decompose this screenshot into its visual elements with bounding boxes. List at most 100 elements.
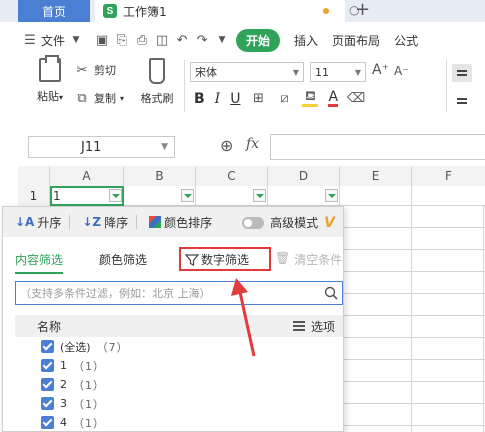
- sort-ascending-button[interactable]: ↓A 升序: [15, 214, 61, 231]
- tab-page-layout[interactable]: 页面布局: [332, 32, 380, 49]
- cell-e1[interactable]: [340, 186, 412, 206]
- bold-button[interactable]: B: [194, 91, 205, 107]
- checkbox-checked-icon[interactable]: [41, 378, 54, 391]
- row-header[interactable]: 1: [18, 186, 50, 206]
- more-chevron-icon[interactable]: ▼: [214, 32, 230, 48]
- hamburger-icon: ☰: [24, 32, 36, 48]
- ribbon: 粘贴▾ ✂ 剪切 ⧉ 复制 ▾ 格式刷 宋体 ▼ 11 ▼ A⁺ A⁻ B I U…: [18, 55, 485, 118]
- formula-input[interactable]: [270, 134, 485, 160]
- tab-content-filter[interactable]: 内容筛选: [15, 251, 64, 274]
- clear-format-icon[interactable]: ⌫: [347, 91, 365, 107]
- copy-button[interactable]: ⧉ 复制 ▾: [74, 90, 124, 106]
- filter-search-input[interactable]: （支持多条件过滤，例如：北京 上海）: [15, 281, 343, 305]
- file-menu[interactable]: ☰ 文件 ▼: [18, 32, 88, 49]
- fill-effect-icon[interactable]: ⧄: [276, 91, 292, 107]
- save-icon[interactable]: ▣: [94, 32, 110, 48]
- cell-c1[interactable]: [196, 186, 268, 206]
- paste-button[interactable]: 粘贴▾: [32, 55, 68, 104]
- search-placeholder: （支持多条件过滤，例如：北京 上海）: [20, 287, 211, 300]
- sort-descending-label: 降序: [104, 215, 129, 230]
- font-name-select[interactable]: 宋体 ▼: [190, 62, 304, 82]
- clear-conditions-label: 清空条件: [294, 253, 343, 267]
- tab-insert[interactable]: 插入: [294, 32, 318, 49]
- list-item-count: （1）: [73, 416, 105, 430]
- format-row: B I U ⊞ ⧄ ⛾ A ⌫: [194, 90, 365, 107]
- checkbox-checked-icon[interactable]: [41, 359, 54, 372]
- zoom-icon[interactable]: ⊕: [220, 136, 233, 155]
- cell-d1[interactable]: [268, 186, 340, 206]
- list-item[interactable]: 4 （1）: [41, 413, 341, 432]
- checkbox-checked-icon[interactable]: [41, 416, 54, 429]
- cell-b1[interactable]: [124, 186, 196, 206]
- tab-formula[interactable]: 公式: [394, 32, 418, 49]
- tab-workbook[interactable]: S 工作簿1 ○: [95, 0, 359, 22]
- sort-descending-button[interactable]: ↓Z 降序: [82, 214, 128, 231]
- file-menu-label: 文件: [41, 33, 66, 48]
- filter-dropdown-icon[interactable]: [253, 189, 266, 202]
- name-box[interactable]: J11 ▼: [28, 136, 175, 158]
- scissors-icon: ✂: [76, 62, 88, 78]
- align-top-button[interactable]: [452, 64, 472, 82]
- list-item[interactable]: 3 （1）: [41, 394, 341, 413]
- italic-button[interactable]: I: [215, 91, 221, 107]
- tab-home[interactable]: 首页: [18, 0, 90, 22]
- tab-number-filter-label: 数字筛选: [201, 252, 250, 267]
- column-header-e[interactable]: E: [340, 166, 412, 186]
- filter-dropdown-icon[interactable]: [325, 189, 338, 202]
- cell-f1[interactable]: [412, 186, 485, 206]
- title-bar: 首页 S 工作簿1 ○ +: [0, 0, 485, 22]
- list-item[interactable]: 2 （1）: [41, 375, 341, 394]
- export-pdf-icon[interactable]: ⎘: [114, 32, 130, 48]
- advanced-mode-toggle[interactable]: [242, 216, 265, 229]
- undo-icon[interactable]: ↶: [174, 32, 190, 48]
- tab-number-filter[interactable]: 数字筛选: [179, 247, 271, 271]
- list-item[interactable]: (全选) （7）: [41, 337, 341, 356]
- font-size-select[interactable]: 11 ▼: [310, 62, 366, 82]
- increase-font-button[interactable]: A⁺: [372, 62, 389, 78]
- border-icon[interactable]: ⊞: [250, 91, 266, 107]
- underline-button[interactable]: U: [230, 91, 240, 107]
- filter-dropdown-icon[interactable]: [181, 189, 194, 202]
- column-header-f[interactable]: F: [412, 166, 485, 186]
- column-header-b[interactable]: B: [124, 166, 196, 186]
- sort-ascending-icon: ↓A: [15, 215, 35, 229]
- menu-icon: [292, 325, 305, 327]
- checkbox-checked-icon[interactable]: [41, 340, 54, 353]
- filter-panel: ↓A 升序 ↓Z 降序 颜色排序 高级模式 V 内容筛选 颜色筛选 数字筛选 �: [2, 206, 344, 432]
- advanced-mode[interactable]: 高级模式 V: [242, 214, 335, 231]
- list-item-count: （1）: [73, 359, 105, 373]
- new-tab-button[interactable]: +: [355, 0, 370, 20]
- column-header-d[interactable]: D: [268, 166, 340, 186]
- tab-color-filter[interactable]: 颜色筛选: [99, 251, 147, 268]
- clear-conditions-button[interactable]: 🗑 清空条件: [275, 251, 342, 268]
- print-icon[interactable]: ⎙: [134, 32, 150, 48]
- options-label: 选项: [310, 319, 335, 334]
- list-item[interactable]: 1 （1）: [41, 356, 341, 375]
- filter-tabs: 内容筛选 颜色筛选 数字筛选 🗑 清空条件: [3, 245, 343, 275]
- sort-by-color-button[interactable]: 颜色排序: [149, 214, 212, 231]
- filter-dropdown-icon[interactable]: [109, 189, 122, 202]
- sheet-grid[interactable]: [340, 206, 485, 432]
- fill-color-icon[interactable]: ⛾: [302, 90, 319, 107]
- align-left-button[interactable]: [452, 94, 472, 110]
- cell-a1[interactable]: 1: [50, 186, 124, 206]
- format-painter-button[interactable]: 格式刷: [136, 58, 178, 106]
- search-icon[interactable]: [324, 286, 338, 300]
- decrease-font-button[interactable]: A⁻: [394, 64, 409, 78]
- tab-start[interactable]: 开始: [236, 28, 281, 52]
- font-color-button[interactable]: A: [328, 90, 339, 107]
- column-header-c[interactable]: C: [196, 166, 268, 186]
- chevron-down-icon: ▼: [161, 142, 168, 152]
- unsaved-dot-icon: [323, 8, 329, 14]
- copy-icon: ⧉: [77, 90, 87, 106]
- print-preview-icon[interactable]: ◫: [154, 32, 170, 48]
- function-button[interactable]: fx: [246, 136, 259, 152]
- options-button[interactable]: 选项: [292, 318, 335, 335]
- checkbox-checked-icon[interactable]: [41, 397, 54, 410]
- chevron-down-icon: ▼: [72, 35, 80, 45]
- cut-button[interactable]: ✂ 剪切: [74, 62, 116, 78]
- select-all-corner[interactable]: [18, 166, 50, 186]
- list-item-label: (全选): [60, 340, 91, 354]
- redo-icon[interactable]: ↷: [194, 32, 210, 48]
- column-header-a[interactable]: A: [50, 166, 124, 186]
